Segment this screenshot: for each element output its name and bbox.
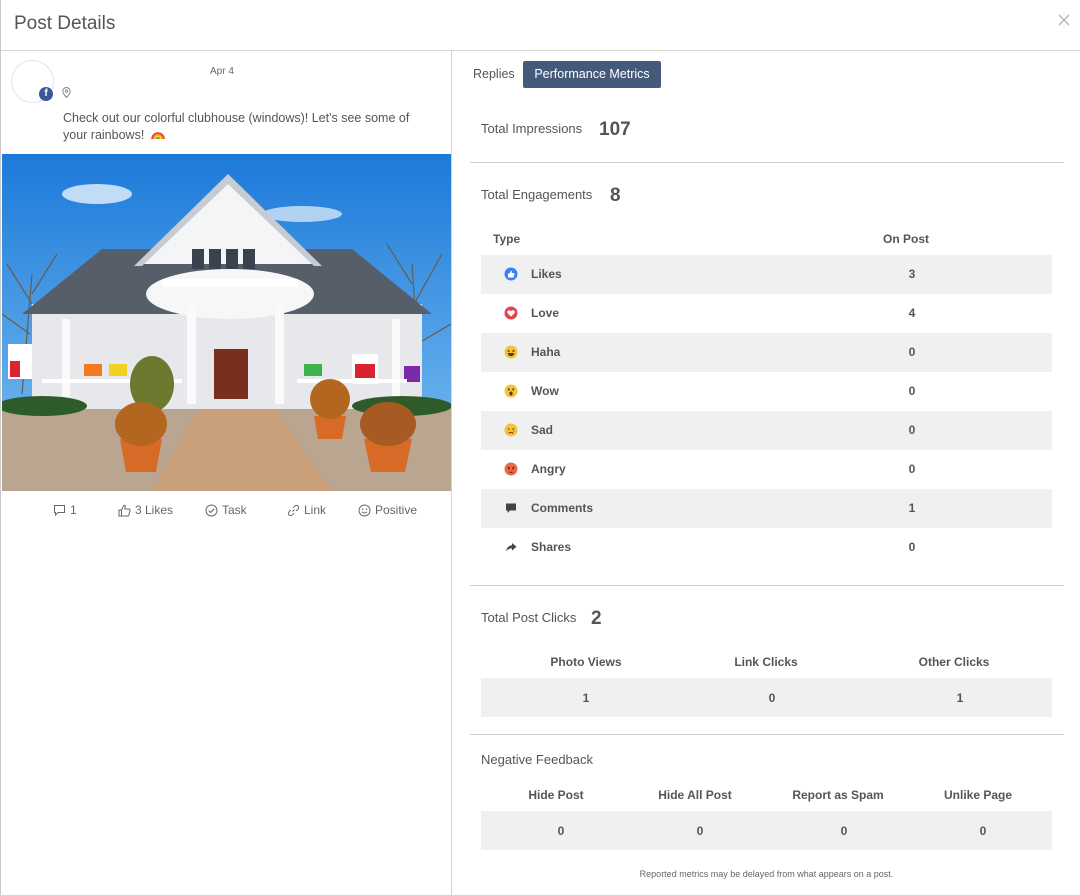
link-clicks-value: 0 <box>768 691 776 705</box>
post-details-modal: Post Details f Apr 4 Check out our color… <box>0 0 1080 895</box>
section-divider <box>470 734 1064 735</box>
comments-action[interactable]: 1 <box>53 503 77 517</box>
post-date: Apr 4 <box>210 66 234 77</box>
post-actions-bar: 1 3 Likes Task Link Positive <box>1 501 451 521</box>
link-label: Link <box>304 503 327 517</box>
report-as-spam-header: Report as Spam <box>792 788 884 802</box>
engagement-row-sad: Sad 0 <box>481 411 1052 450</box>
post-text: Check out our colorful clubhouse (window… <box>63 110 423 144</box>
facebook-icon: f <box>39 87 53 101</box>
pane-divider <box>451 51 452 895</box>
sentiment-action[interactable]: Positive <box>358 503 417 517</box>
engagement-type: Love <box>531 306 560 320</box>
engagement-value: 4 <box>908 306 916 320</box>
engagement-value: 0 <box>908 462 916 476</box>
engagement-on-post-header: On Post <box>883 232 930 246</box>
post-photo[interactable] <box>2 154 451 491</box>
engagement-value: 0 <box>908 384 916 398</box>
engagement-type: Shares <box>531 540 572 554</box>
engagement-row-likes: Likes 3 <box>481 255 1052 294</box>
post-preview-pane: f Apr 4 Check out our colorful clubhouse… <box>1 51 451 895</box>
haha-icon <box>504 345 518 359</box>
engagement-value: 1 <box>908 501 916 515</box>
engagement-type: Wow <box>531 384 559 398</box>
engagement-value: 0 <box>908 423 916 437</box>
modal-title: Post Details <box>14 13 116 34</box>
love-icon <box>504 306 518 320</box>
likes-count: 3 Likes <box>135 503 174 517</box>
like-icon <box>504 267 518 281</box>
engagement-row-shares: Shares 0 <box>481 528 1052 567</box>
engagement-type: Angry <box>531 462 566 476</box>
engagement-value: 3 <box>908 267 916 281</box>
share-icon <box>506 543 517 552</box>
clubhouse-photo <box>2 154 451 491</box>
tab-performance-metrics[interactable]: Performance Metrics <box>523 61 661 88</box>
total-engagements-label: Total Engagements <box>481 187 593 202</box>
other-clicks-header: Other Clicks <box>918 655 990 669</box>
engagement-row-haha: Haha 0 <box>481 333 1052 372</box>
total-post-clicks-label: Total Post Clicks <box>481 610 577 625</box>
unlike-page-value: 0 <box>979 824 987 838</box>
comments-count: 1 <box>70 503 77 517</box>
modal-header: Post Details <box>1 0 1080 51</box>
unlike-page-header: Unlike Page <box>943 788 1013 802</box>
total-post-clicks-value: 2 <box>591 608 602 629</box>
engagement-value: 0 <box>908 540 916 554</box>
wow-icon <box>504 384 518 398</box>
engagement-row-angry: Angry 0 <box>481 450 1052 489</box>
engagement-type: Haha <box>531 345 561 359</box>
engagement-value: 0 <box>908 345 916 359</box>
engagement-type-header: Type <box>493 232 521 246</box>
total-impressions-value: 107 <box>599 119 631 140</box>
rainbow-emoji-icon <box>150 132 165 140</box>
check-circle-icon <box>205 504 218 516</box>
engagement-row-wow: Wow 0 <box>481 372 1052 411</box>
section-divider <box>470 585 1064 586</box>
report-as-spam-value: 0 <box>840 824 848 838</box>
metrics-delay-note: Reported metrics may be delayed from wha… <box>639 869 894 879</box>
hide-post-value: 0 <box>557 824 565 838</box>
hide-all-post-value: 0 <box>696 824 704 838</box>
photo-views-header: Photo Views <box>550 655 622 669</box>
total-engagements-value: 8 <box>610 185 621 206</box>
task-label: Task <box>222 503 247 517</box>
negative-feedback-label: Negative Feedback <box>481 752 594 767</box>
comment-bubble-icon <box>54 504 65 516</box>
engagement-type: Comments <box>531 501 594 515</box>
location-pin-icon <box>62 87 71 98</box>
section-divider <box>470 162 1064 163</box>
hide-all-post-header: Hide All Post <box>658 788 732 802</box>
smiley-icon <box>358 504 371 516</box>
hide-post-header: Hide Post <box>528 788 584 802</box>
task-action[interactable]: Task <box>205 503 247 517</box>
sad-icon <box>504 423 518 437</box>
link-icon <box>287 504 300 516</box>
other-clicks-value: 1 <box>956 691 964 705</box>
photo-views-value: 1 <box>582 691 590 705</box>
engagement-type: Likes <box>531 267 562 281</box>
post-text-body: Check out our colorful clubhouse (window… <box>63 111 410 142</box>
engagement-type: Sad <box>531 423 554 437</box>
sentiment-label: Positive <box>375 503 418 517</box>
link-action[interactable]: Link <box>287 503 326 517</box>
angry-icon <box>504 462 518 476</box>
link-clicks-header: Link Clicks <box>734 655 798 669</box>
close-icon[interactable] <box>1056 12 1072 28</box>
likes-action[interactable]: 3 Likes <box>118 503 173 517</box>
total-impressions-label: Total Impressions <box>481 121 583 136</box>
engagement-row-comments: Comments 1 <box>481 489 1052 528</box>
engagement-row-love: Love 4 <box>481 294 1052 333</box>
thumbs-up-icon <box>118 504 131 516</box>
tab-replies[interactable]: Replies <box>473 61 515 88</box>
comment-icon <box>506 503 516 513</box>
